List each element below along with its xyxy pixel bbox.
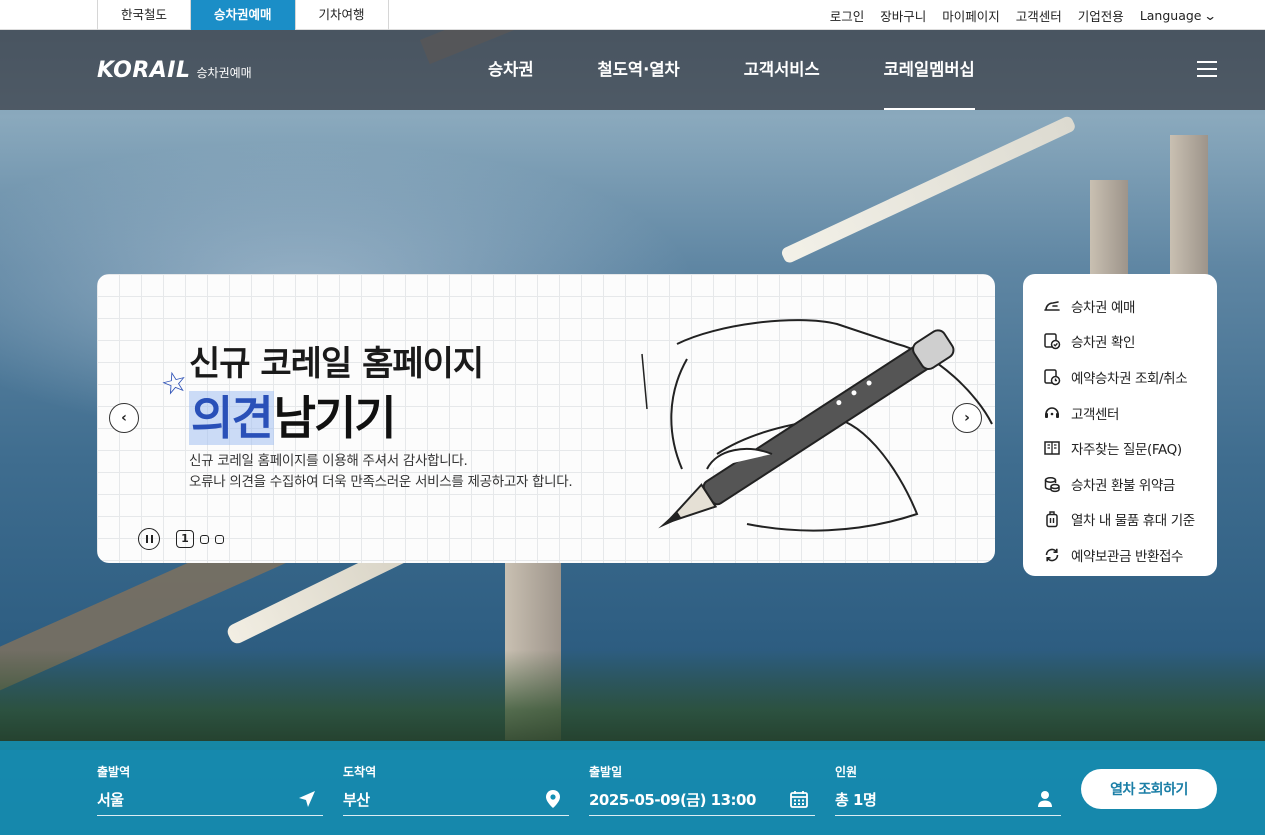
quick-item-customer-center[interactable]: 고객센터 <box>1043 395 1217 431</box>
banner-description: 신규 코레일 홈페이지를 이용해 주셔서 감사합니다. 오류나 의견을 수집하여… <box>189 451 573 493</box>
quick-item-refund-fee[interactable]: 승차권 환불 위약금 <box>1043 466 1217 502</box>
page-dot[interactable] <box>215 534 224 544</box>
nav-item-station-train[interactable]: 철도역·열차 <box>598 30 680 110</box>
search-trains-button[interactable]: 열차 조회하기 <box>1081 769 1217 809</box>
chevron-right-icon: › <box>964 410 970 426</box>
ticket-check-icon <box>1044 333 1061 350</box>
banner-title-highlight: 의견 <box>189 391 274 445</box>
departure-label: 출발역 <box>97 765 131 779</box>
quick-item-label: 열차 내 물품 휴대 기준 <box>1071 513 1195 530</box>
person-icon[interactable] <box>1035 789 1055 809</box>
nav-item-ticket[interactable]: 승차권 <box>488 30 534 110</box>
quick-item-label: 고객센터 <box>1071 406 1120 423</box>
chevron-left-icon: ‹ <box>121 410 127 426</box>
banner-title-line2: 의견남기기 <box>189 382 397 448</box>
global-nav: 승차권 철도역·열차 고객서비스 코레일멤버십 <box>488 30 1039 110</box>
page-current[interactable]: 1 <box>176 530 194 548</box>
headset-icon <box>1045 406 1059 418</box>
upper-train <box>780 114 1077 265</box>
chevron-down-icon: ⌄ <box>1202 7 1217 23</box>
arrival-label: 도착역 <box>343 765 377 779</box>
utility-links: 로그인 장바구니 마이페이지 고객센터 기업전용 Language ⌄ <box>830 0 1217 30</box>
train-search-bar: 출발역 서울 도착역 부산 출발일 2025-05-09(금) 13:00 인원… <box>0 741 1265 835</box>
cart-link[interactable]: 장바구니 <box>880 6 926 25</box>
date-value[interactable]: 2025-05-09(금) 13:00 <box>589 789 756 810</box>
quick-item-reservation[interactable]: 예약승차권 조회/취소 <box>1043 359 1217 395</box>
luggage-icon <box>1046 511 1058 528</box>
quick-item-deposit-return[interactable]: 예약보관금 반환접수 <box>1043 537 1217 573</box>
passenger-label: 인원 <box>835 765 858 779</box>
quick-item-ticket-check[interactable]: 승차권 확인 <box>1043 324 1217 360</box>
language-selector[interactable]: Language ⌄ <box>1139 7 1217 23</box>
banner-title-line1: 신규 코레일 홈페이지 <box>189 344 484 384</box>
arrival-value[interactable]: 부산 <box>343 789 370 810</box>
passenger-value[interactable]: 총 1명 <box>835 789 877 810</box>
quick-item-label: 자주찾는 질문(FAQ) <box>1071 442 1182 459</box>
site-tab-travel[interactable]: 기차여행 <box>296 0 389 30</box>
departure-field[interactable]: 출발역 서울 <box>97 763 323 816</box>
main-header: KORAIL 승차권예매 승차권 철도역·열차 고객서비스 코레일멤버십 <box>0 30 1265 110</box>
quick-item-faq[interactable]: 자주찾는 질문(FAQ) <box>1043 430 1217 466</box>
banner-pager: 1 <box>138 528 224 550</box>
quick-item-label: 승차권 예매 <box>1071 299 1135 316</box>
quick-item-label: 승차권 환불 위약금 <box>1071 477 1175 494</box>
bridge-pillar <box>1170 135 1208 275</box>
korail-logo[interactable]: KORAIL 승차권예매 <box>97 58 252 83</box>
site-tab-korail[interactable]: 한국철도 <box>98 0 192 30</box>
login-link[interactable]: 로그인 <box>830 6 865 25</box>
site-tab-ticketing[interactable]: 승차권예매 <box>191 0 296 30</box>
menu-icon[interactable] <box>1197 61 1217 79</box>
banner-prev-button[interactable]: ‹ <box>109 403 139 433</box>
hand-pen-illustration <box>641 319 993 532</box>
coins-icon <box>1044 476 1060 492</box>
departure-value[interactable]: 서울 <box>97 789 124 810</box>
arrival-field[interactable]: 도착역 부산 <box>343 763 569 816</box>
quick-item-ticket-booking[interactable]: 승차권 예매 <box>1043 288 1217 324</box>
quick-item-label: 예약보관금 반환접수 <box>1071 548 1184 565</box>
business-link[interactable]: 기업전용 <box>1078 6 1124 25</box>
page-dot[interactable] <box>200 534 209 544</box>
bridge-pillar <box>1090 180 1128 280</box>
passenger-field[interactable]: 인원 총 1명 <box>835 763 1061 816</box>
quick-menu: 승차권 예매 승차권 확인 예약승차권 조회/취소 고객센터 자주찾는 질문(F… <box>1023 274 1217 576</box>
logo-subtitle: 승차권예매 <box>196 66 252 80</box>
date-field[interactable]: 출발일 2025-05-09(금) 13:00 <box>589 763 815 816</box>
nav-item-membership[interactable]: 코레일멤버십 <box>883 30 975 110</box>
site-tabs: 한국철도 승차권예매 기차여행 <box>97 0 389 30</box>
map-pin-icon[interactable] <box>543 789 563 809</box>
banner-desc-line1: 신규 코레일 홈페이지를 이용해 주셔서 감사합니다. <box>189 453 468 469</box>
calendar-icon[interactable] <box>789 789 809 809</box>
mypage-link[interactable]: 마이페이지 <box>942 6 1000 25</box>
promo-banner[interactable]: ☆ 신규 코레일 홈페이지 의견남기기 신규 코레일 홈페이지를 이용해 주셔서… <box>97 274 995 563</box>
quick-item-label: 승차권 확인 <box>1071 335 1135 352</box>
refresh-icon <box>1045 548 1059 562</box>
date-label: 출발일 <box>589 765 623 779</box>
banner-desc-line2: 오류나 의견을 수집하여 더욱 만족스러운 서비스를 제공하고자 합니다. <box>189 474 573 490</box>
utility-bar: 한국철도 승차권예매 기차여행 로그인 장바구니 마이페이지 고객센터 기업전용… <box>0 0 1265 30</box>
quick-item-luggage-rules[interactable]: 열차 내 물품 휴대 기준 <box>1043 502 1217 538</box>
star-doodle-icon: ☆ <box>157 363 192 404</box>
tree-line <box>0 650 1265 750</box>
customer-center-link[interactable]: 고객센터 <box>1016 6 1062 25</box>
ticket-icon <box>1044 300 1060 311</box>
pause-icon[interactable] <box>138 528 160 550</box>
banner-next-button[interactable]: › <box>952 403 982 433</box>
nav-item-customer-service[interactable]: 고객서비스 <box>744 30 820 110</box>
banner-title-rest: 남기기 <box>273 391 397 445</box>
quick-item-label: 예약승차권 조회/취소 <box>1071 370 1188 387</box>
logo-mark: KORAIL <box>97 58 191 83</box>
language-label: Language <box>1139 7 1202 23</box>
reservation-check-icon <box>1044 369 1061 386</box>
location-arrow-icon[interactable] <box>297 789 317 809</box>
book-icon <box>1044 441 1060 455</box>
